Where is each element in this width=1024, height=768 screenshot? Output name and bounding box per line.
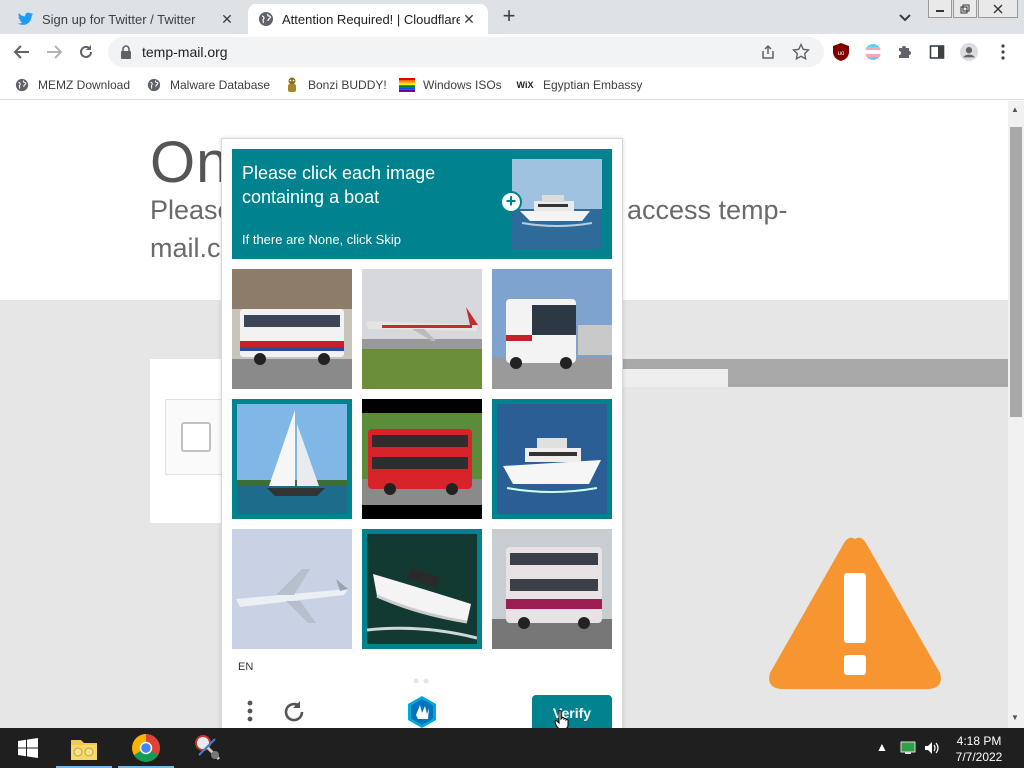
pride-flag-extension-icon[interactable] xyxy=(864,43,882,61)
bookmark-bonzi-buddy[interactable]: Bonzi BUDDY! xyxy=(284,76,387,94)
example-boat-image xyxy=(512,159,602,249)
bookmark-label: Egyptian Embassy xyxy=(543,78,643,92)
captcha-image-bus-4[interactable] xyxy=(492,529,612,649)
back-arrow-icon[interactable] xyxy=(10,40,34,64)
browser-toolbar: temp-mail.org uo xyxy=(0,34,1024,70)
captcha-menu-icon[interactable] xyxy=(240,697,260,727)
puzzle-extensions-icon[interactable] xyxy=(896,43,914,61)
reload-icon[interactable] xyxy=(74,40,98,64)
url-text: temp-mail.org xyxy=(142,44,228,60)
wix-icon: WiX xyxy=(516,80,534,90)
captcha-prompt-title: Please click each image containing a boa… xyxy=(242,163,436,207)
captcha-image-bus-2[interactable] xyxy=(492,269,612,389)
taskbar: ▲ 4:18 PM 7/7/2022 xyxy=(0,728,1024,768)
page-subtitle-right: access temp- xyxy=(627,195,788,225)
new-tab-button[interactable]: + xyxy=(498,5,520,28)
progress-band-highlight xyxy=(622,369,728,387)
captcha-image-bus-1[interactable] xyxy=(232,269,352,389)
tab-strip: Sign up for Twitter / Twitter ✕ Attentio… xyxy=(0,0,1024,34)
clock-time: 4:18 PM xyxy=(956,734,1002,748)
snipping-tool-icon[interactable] xyxy=(180,728,236,768)
bookmarks-bar: MEMZ Download Malware Database Bonzi BUD… xyxy=(0,70,1024,100)
captcha-image-yacht[interactable] xyxy=(492,399,612,519)
bookmark-windows-isos[interactable]: Windows ISOs xyxy=(399,76,502,94)
bonzi-icon xyxy=(284,77,300,93)
bookmark-label: Malware Database xyxy=(170,78,271,92)
restore-button[interactable] xyxy=(953,0,977,18)
hcaptcha-logo-icon[interactable] xyxy=(406,695,438,729)
globe-icon xyxy=(146,77,162,93)
verify-button[interactable]: Verify xyxy=(532,695,612,731)
share-icon[interactable] xyxy=(760,44,776,65)
page-heading: On xyxy=(150,130,230,195)
captcha-challenge: Please click each image containing a boa… xyxy=(221,138,623,738)
tab-title: Attention Required! | Cloudflare xyxy=(282,11,460,27)
captcha-image-airplane-1[interactable] xyxy=(362,269,482,389)
pagination-dots xyxy=(412,671,432,684)
rainbow-flag-icon xyxy=(399,77,415,93)
page-subtitle-line2: mail.c xyxy=(150,233,221,263)
profile-avatar-icon[interactable] xyxy=(960,43,978,61)
scrollbar-thumb[interactable] xyxy=(1010,127,1022,417)
side-panel-icon[interactable] xyxy=(928,43,946,61)
captcha-image-airplane-2[interactable] xyxy=(232,529,352,649)
close-tab-icon[interactable]: ✕ xyxy=(218,10,236,28)
captcha-image-bus-3[interactable] xyxy=(362,399,482,519)
file-explorer-icon[interactable] xyxy=(56,728,112,768)
globe-icon xyxy=(258,11,274,27)
tab-cloudflare[interactable]: Attention Required! | Cloudflare ✕ xyxy=(248,4,488,34)
kebab-menu-icon[interactable] xyxy=(994,43,1012,61)
volume-icon[interactable] xyxy=(924,741,940,758)
address-bar[interactable]: temp-mail.org xyxy=(108,37,824,67)
clock-date: 7/7/2022 xyxy=(955,750,1003,764)
lock-icon[interactable] xyxy=(120,45,132,64)
scroll-up-arrow-icon[interactable]: ▲ xyxy=(1011,105,1019,114)
captcha-prompt: Please click each image containing a boa… xyxy=(232,149,612,259)
expand-example-plus-icon[interactable]: + xyxy=(500,191,522,213)
svg-text:uo: uo xyxy=(838,51,845,57)
chrome-icon[interactable] xyxy=(118,728,174,768)
scroll-down-arrow-icon[interactable]: ▼ xyxy=(1011,713,1019,722)
bookmark-memz[interactable]: MEMZ Download xyxy=(14,76,130,94)
language-selector[interactable]: EN xyxy=(238,661,253,673)
tab-twitter[interactable]: Sign up for Twitter / Twitter ✕ xyxy=(8,4,246,34)
system-clock[interactable]: 4:18 PM 7/7/2022 xyxy=(944,733,1014,765)
forward-arrow-icon[interactable] xyxy=(42,40,66,64)
human-checkbox[interactable] xyxy=(181,422,211,452)
bookmark-label: Windows ISOs xyxy=(423,78,502,92)
ublock-origin-icon[interactable]: uo xyxy=(832,43,850,61)
tab-search-chevron-icon[interactable] xyxy=(896,8,914,26)
captcha-image-speedboat[interactable] xyxy=(362,529,482,649)
globe-icon xyxy=(14,77,30,93)
refresh-challenge-icon[interactable] xyxy=(280,697,308,727)
bookmark-label: Bonzi BUDDY! xyxy=(308,78,387,92)
windows-start-icon[interactable] xyxy=(0,728,56,768)
captcha-prompt-subtitle: If there are None, click Skip xyxy=(242,232,401,247)
minimize-button[interactable] xyxy=(928,0,952,18)
twitter-bird-icon xyxy=(18,11,34,27)
network-icon[interactable] xyxy=(900,741,916,758)
captcha-image-sailboat[interactable] xyxy=(232,399,352,519)
warning-icon xyxy=(764,531,946,698)
bookmark-star-icon[interactable] xyxy=(791,42,811,66)
vertical-scrollbar[interactable]: ▲ ▼ xyxy=(1008,101,1024,728)
bookmark-label: MEMZ Download xyxy=(38,78,131,92)
tab-title: Sign up for Twitter / Twitter xyxy=(42,11,196,27)
tray-overflow-chevron-icon[interactable]: ▲ xyxy=(876,740,888,754)
close-tab-icon[interactable]: ✕ xyxy=(460,10,478,28)
captcha-image-grid xyxy=(232,269,612,649)
bookmark-malware-database[interactable]: Malware Database xyxy=(146,76,270,94)
bookmark-egyptian-embassy[interactable]: WiX Egyptian Embassy xyxy=(515,76,643,94)
close-window-button[interactable] xyxy=(978,0,1018,18)
